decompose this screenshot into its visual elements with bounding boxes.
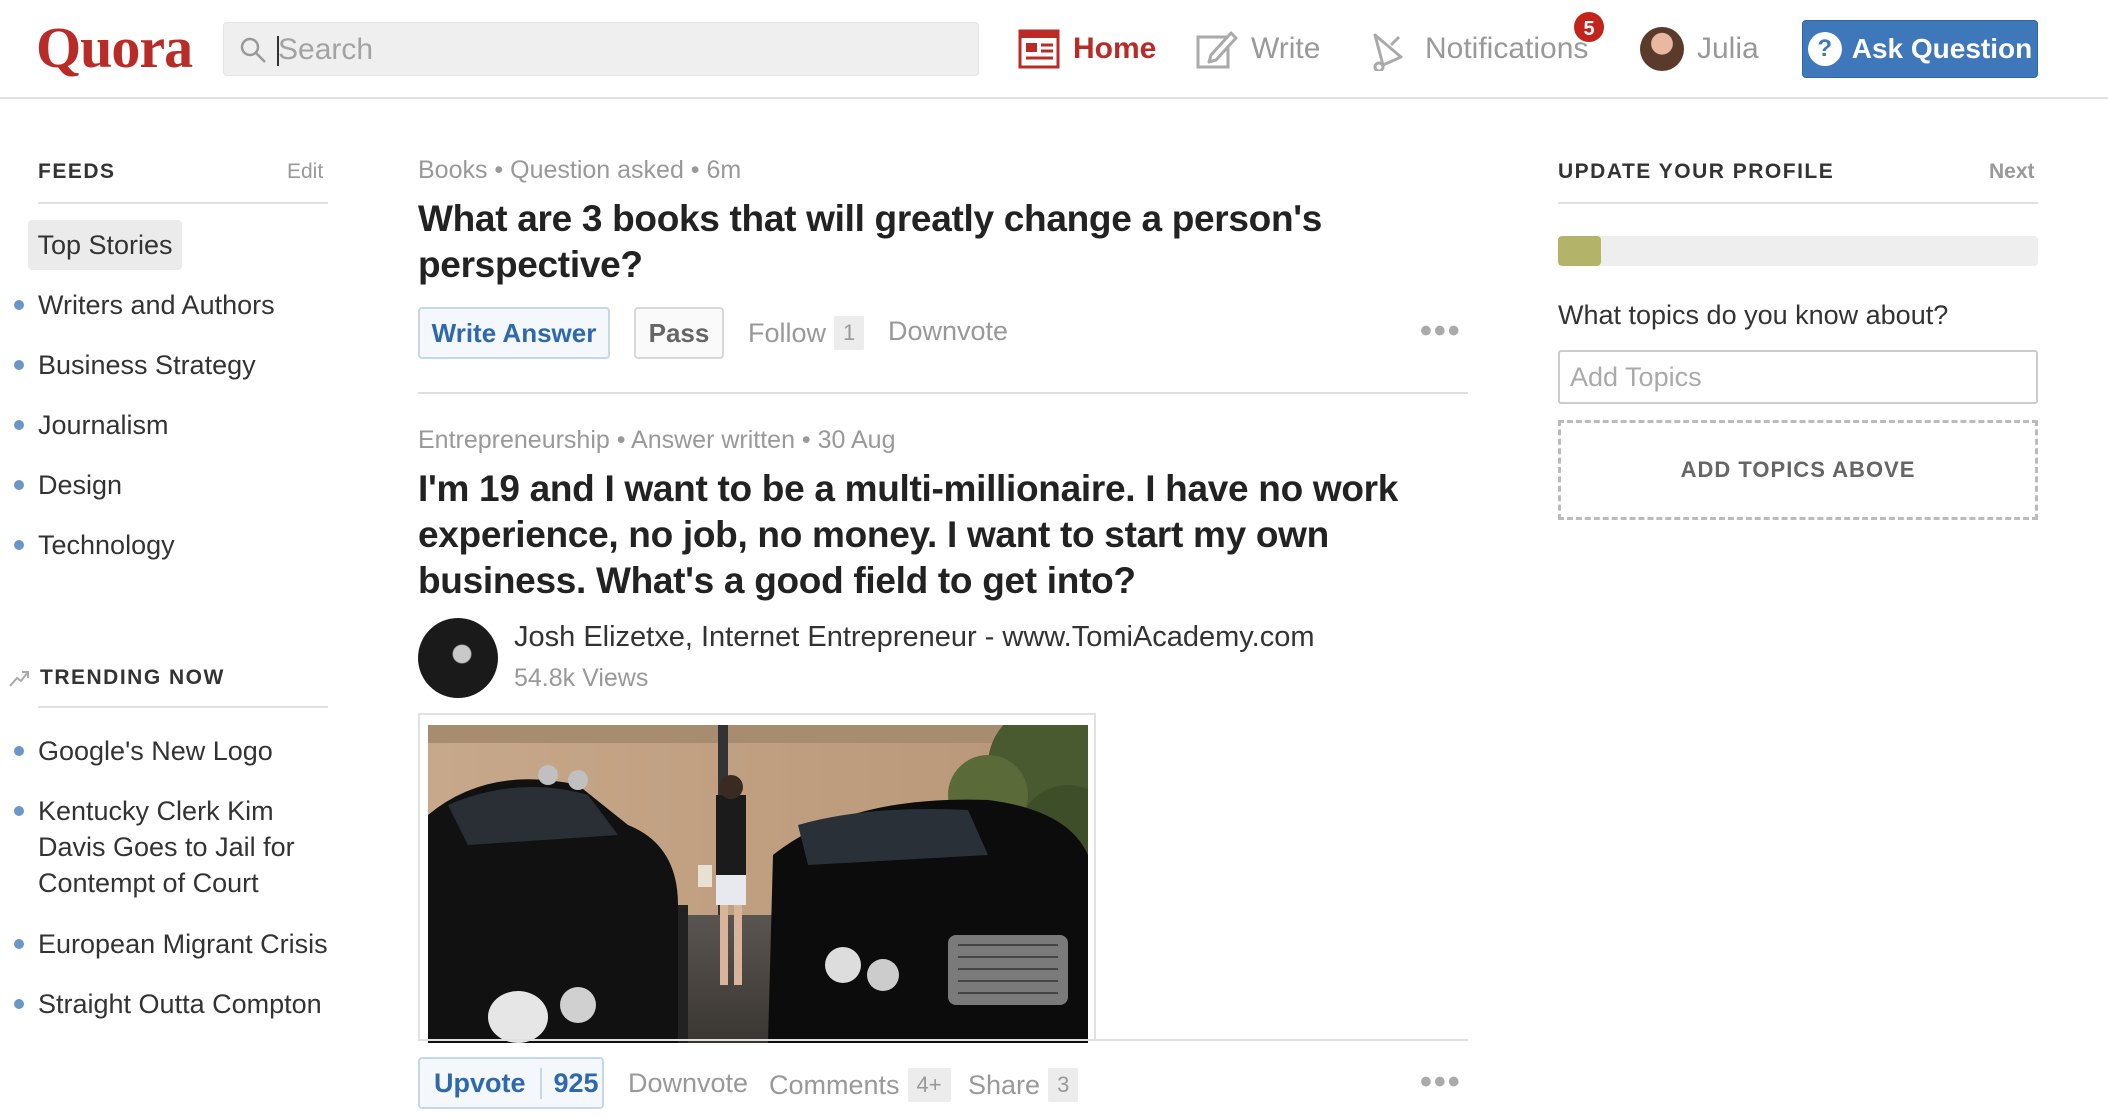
trending-item[interactable]: European Migrant Crisis [14, 926, 338, 962]
comments-count: 4+ [907, 1068, 951, 1102]
topics-question: What topics do you know about? [1558, 300, 1949, 330]
more-options-button[interactable]: ••• [1420, 1063, 1462, 1102]
question-title[interactable]: What are 3 books that will greatly chang… [418, 196, 1338, 288]
trending-item[interactable]: Kentucky Clerk Kim Davis Goes to Jail fo… [14, 793, 308, 901]
action-bar-divider [418, 1039, 1468, 1041]
upvote-count: 925 [553, 1067, 599, 1098]
feed-item[interactable]: Design [14, 467, 338, 503]
profile-divider [1558, 202, 2038, 204]
update-profile-title: UPDATE YOUR PROFILE [1558, 160, 1835, 183]
search-icon [240, 37, 266, 63]
downvote-button[interactable]: Downvote [888, 316, 1008, 347]
nav-notifications-label: Notifications [1425, 32, 1589, 65]
add-topics-drop-area: ADD TOPICS ABOVE [1558, 420, 2038, 520]
story-meta[interactable]: Entrepreneurship • Answer written • 30 A… [418, 426, 896, 455]
follow-button[interactable]: Follow 1 [748, 316, 865, 350]
story-divider [418, 392, 1468, 394]
comments-button[interactable]: Comments 4+ [769, 1068, 951, 1102]
feed-top-stories[interactable]: Top Stories [28, 220, 182, 270]
write-answer-button[interactable]: Write Answer [418, 307, 610, 359]
question-title[interactable]: I'm 19 and I want to be a multi-milliona… [418, 466, 1428, 604]
trending-item[interactable]: Google's New Logo [14, 733, 338, 769]
share-label: Share [968, 1069, 1041, 1100]
nav-home[interactable]: Home [1017, 24, 1156, 74]
user-avatar[interactable] [1640, 27, 1684, 71]
nav-user[interactable]: Julia [1697, 24, 1759, 74]
ask-question-label: Ask Question [1851, 33, 2033, 64]
home-feed-icon [1018, 29, 1060, 69]
nav-notifications[interactable]: Notifications [1369, 24, 1588, 74]
share-button[interactable]: Share 3 [968, 1068, 1079, 1102]
author-credential[interactable]: Josh Elizetxe, Internet Entrepreneur - w… [514, 621, 1315, 654]
feed-item[interactable]: Writers and Authors [14, 287, 338, 323]
bell-icon [1373, 33, 1403, 71]
follow-count: 1 [834, 316, 865, 350]
feeds-edit-link[interactable]: Edit [287, 160, 323, 184]
search-input[interactable] [278, 31, 958, 69]
profile-progress-fill [1558, 236, 1602, 266]
answer-image-frame[interactable] [418, 713, 1096, 1043]
feeds-title: FEEDS [38, 160, 116, 183]
profile-next-link[interactable]: Next [1989, 160, 2035, 184]
trending-divider [38, 706, 328, 708]
pencil-edit-icon [1196, 31, 1238, 69]
trending-item[interactable]: Straight Outta Compton [14, 986, 338, 1022]
share-count: 3 [1048, 1068, 1079, 1102]
nav-home-label: Home [1073, 32, 1157, 65]
pass-button[interactable]: Pass [634, 307, 724, 359]
trending-title: TRENDING NOW [40, 666, 225, 689]
upvote-button[interactable]: Upvote 925 [418, 1057, 604, 1109]
follow-label: Follow [748, 317, 827, 348]
upvote-label: Upvote [420, 1067, 542, 1099]
more-options-button[interactable]: ••• [1420, 312, 1462, 351]
answer-photo[interactable] [428, 725, 1088, 1043]
feeds-divider [38, 202, 328, 204]
nav-write[interactable]: Write [1195, 24, 1320, 74]
profile-progress-bar [1558, 236, 2038, 266]
add-topics-input[interactable] [1558, 350, 2038, 404]
feed-item[interactable]: Journalism [14, 407, 338, 443]
feed-item[interactable]: Business Strategy [14, 347, 338, 383]
search-bar[interactable] [223, 22, 979, 76]
ask-question-button[interactable]: ? Ask Question [1802, 20, 2038, 78]
question-bubble-icon: ? [1807, 32, 1842, 66]
feed-item[interactable]: Technology [14, 527, 338, 563]
top-header: Quora Home Write Notif [0, 0, 2108, 99]
notification-count-badge: 5 [1572, 10, 1606, 44]
trending-arrow-icon [9, 671, 29, 687]
downvote-button[interactable]: Downvote [628, 1068, 748, 1099]
nav-write-label: Write [1251, 32, 1321, 65]
story-meta[interactable]: Books • Question asked • 6m [418, 156, 741, 185]
view-count: 54.8k Views [514, 664, 649, 692]
comments-label: Comments [769, 1069, 900, 1100]
nav-user-label: Julia [1697, 32, 1759, 65]
author-avatar[interactable] [418, 618, 498, 698]
quora-logo[interactable]: Quora [36, 14, 193, 81]
